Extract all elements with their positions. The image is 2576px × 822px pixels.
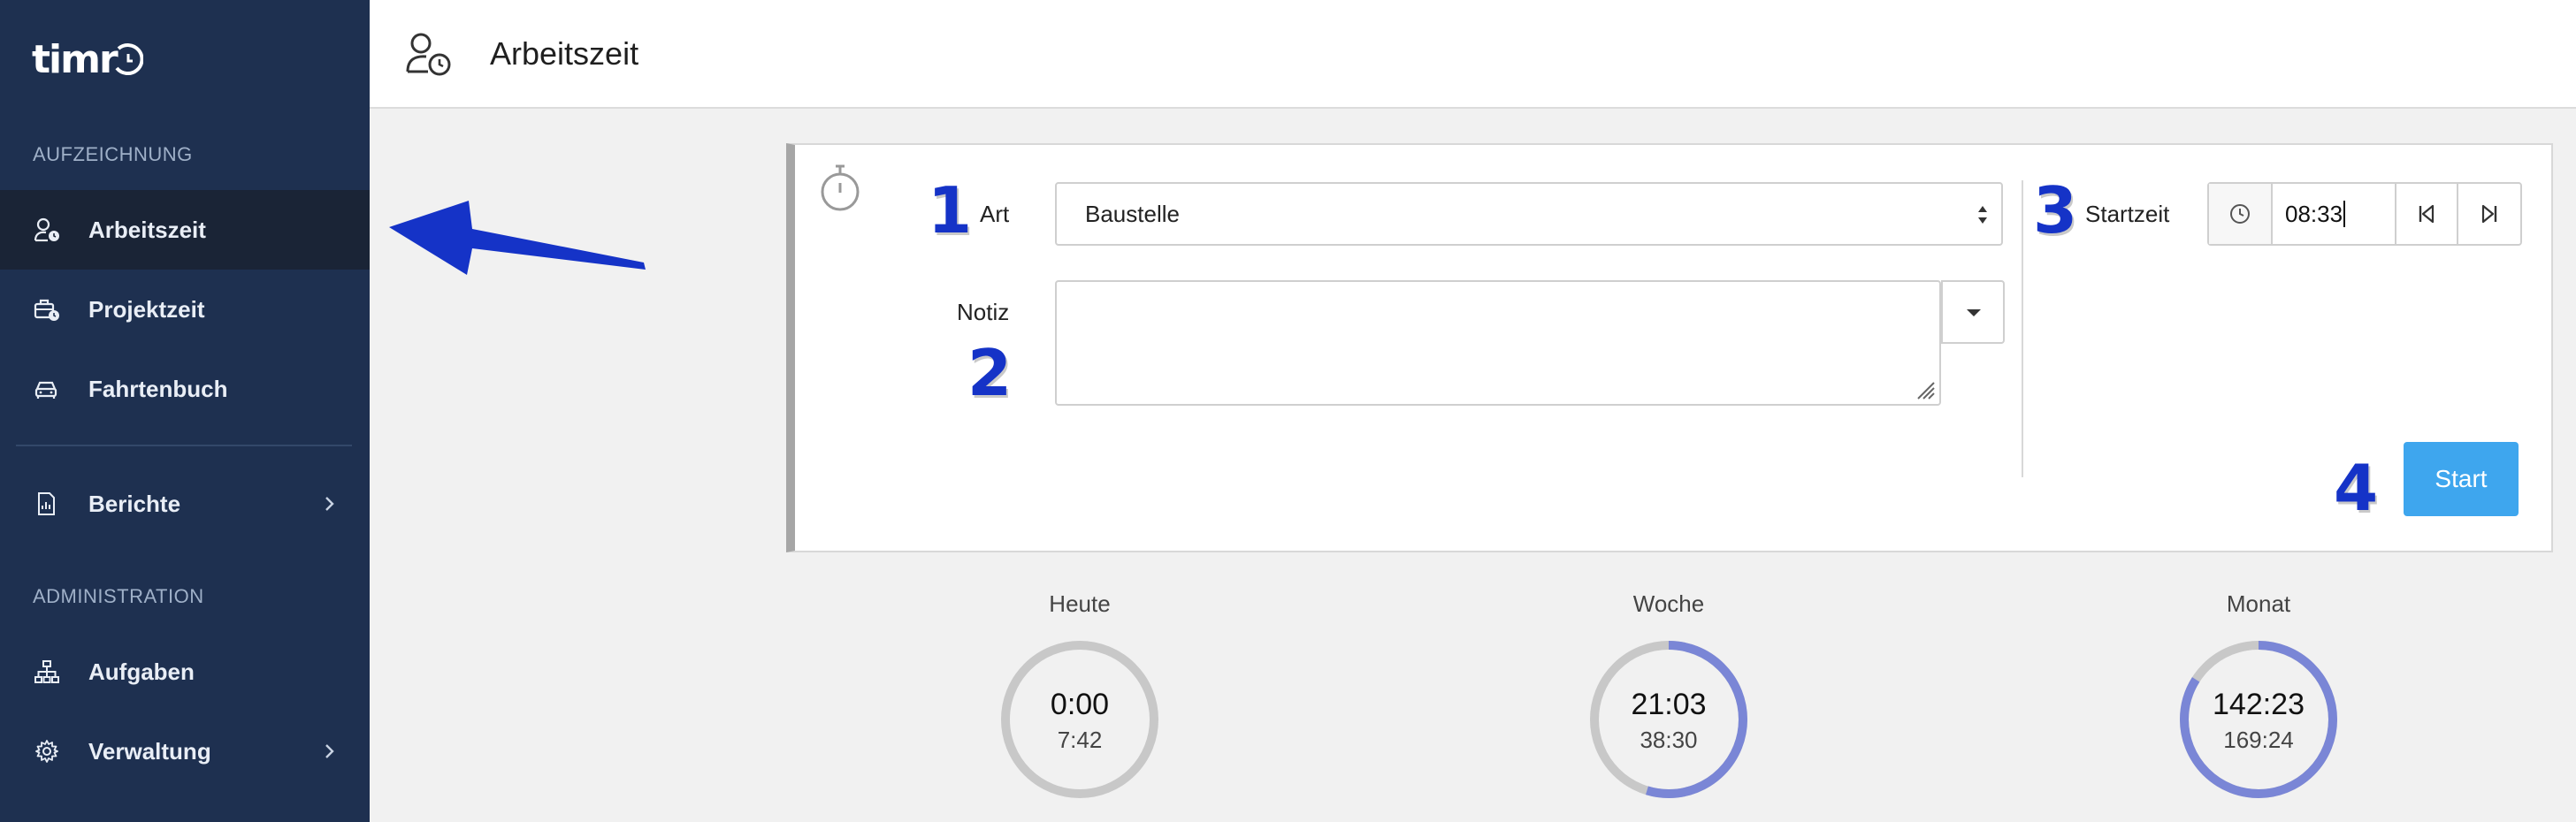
skip-back-icon [2419, 204, 2435, 224]
stat-value: 0:00 [1050, 688, 1110, 721]
vertical-divider [2022, 180, 2023, 477]
stat-label: Woche [1632, 590, 1705, 617]
sidebar-item-label: Verwaltung [88, 737, 211, 765]
startzeit-value: 08:33 [2285, 200, 2343, 227]
step-marker-4: 4 [2334, 451, 2379, 525]
timer-card: 1 Art Baustelle Notiz 2 3 Startzeit 08:3… [786, 143, 2553, 552]
progress-ring: 142:23 169:24 [2177, 638, 2340, 801]
report-icon [38, 492, 55, 515]
startzeit-label: Startzeit [2085, 201, 2170, 227]
progress-ring: 0:00 7:42 [998, 638, 1161, 801]
startzeit-group: 08:33 [2207, 182, 2522, 246]
top-bar: Arbeitszeit [370, 0, 2576, 109]
next-time-button[interactable] [2458, 184, 2520, 244]
page-title: Arbeitszeit [490, 35, 639, 72]
stat-target: 169:24 [2223, 727, 2294, 753]
sidebar-item-label: Projektzeit [88, 295, 205, 323]
clock-addon[interactable] [2209, 184, 2273, 244]
notiz-dropdown-button[interactable] [1941, 280, 2005, 344]
resize-grip-icon[interactable] [1913, 377, 1936, 400]
previous-time-button[interactable] [2396, 184, 2458, 244]
hierarchy-icon [34, 660, 59, 683]
sidebar-item-verwaltung[interactable]: Verwaltung [0, 712, 370, 791]
sidebar-divider [16, 445, 352, 446]
sidebar-item-berichte[interactable]: Berichte [0, 464, 370, 544]
sidebar-item-label: Arbeitszeit [88, 216, 206, 243]
stat-value: 142:23 [2213, 688, 2305, 721]
stat-woche: Woche 21:03 38:30 [1554, 590, 1784, 801]
sidebar-item-label: Aufgaben [88, 658, 195, 685]
skip-forward-icon [2481, 204, 2497, 224]
gear-icon [35, 740, 58, 763]
stat-heute: Heute 0:00 7:42 [965, 590, 1195, 801]
step-marker-3: 3 [2033, 173, 2078, 247]
user-clock-icon [34, 217, 59, 242]
stat-label: Heute [1049, 590, 1111, 617]
stat-target: 38:30 [1640, 727, 1698, 753]
logo-text: timr [32, 36, 118, 82]
art-label: Art [980, 201, 1010, 227]
sidebar-item-projektzeit[interactable]: Projektzeit [0, 270, 370, 349]
step-marker-2: 2 [967, 336, 1013, 410]
user-clock-icon [406, 33, 451, 76]
section-label-administration: ADMINISTRATION [33, 585, 204, 607]
start-button[interactable]: Start [2404, 442, 2519, 516]
timr-logo[interactable]: timr [32, 34, 143, 85]
car-icon [34, 381, 57, 399]
sidebar-item-arbeitszeit[interactable]: Arbeitszeit [0, 190, 370, 270]
stat-value: 21:03 [1631, 688, 1707, 721]
stat-target: 7:42 [1057, 727, 1103, 753]
sidebar-item-label: Fahrtenbuch [88, 375, 228, 402]
logo-clock-icon [115, 43, 143, 76]
art-select[interactable]: Baustelle [1055, 182, 2003, 246]
progress-ring: 21:03 38:30 [1587, 638, 1750, 801]
sidebar: timr AUFZEICHNUNG Arbeitszeit Projektzei… [0, 0, 370, 822]
select-arrows-icon [1978, 206, 1987, 224]
caret-down-icon [1967, 309, 1981, 316]
art-select-value: Baustelle [1085, 200, 1180, 227]
section-label-recording: AUFZEICHNUNG [33, 143, 193, 165]
stopwatch-icon [821, 164, 860, 211]
clock-icon [2230, 204, 2250, 224]
annotation-arrow-icon [389, 201, 646, 275]
notiz-label: Notiz [957, 299, 1010, 325]
briefcase-clock-icon [34, 299, 59, 321]
step-marker-1: 1 [928, 173, 973, 247]
chevron-right-icon [325, 497, 334, 511]
sidebar-item-label: Berichte [88, 490, 181, 517]
text-cursor [2343, 201, 2346, 227]
sidebar-item-aufgaben[interactable]: Aufgaben [0, 632, 370, 712]
startzeit-input[interactable]: 08:33 [2273, 184, 2396, 244]
stat-monat: Monat 142:23 169:24 [2144, 590, 2373, 801]
sidebar-item-fahrtenbuch[interactable]: Fahrtenbuch [0, 349, 370, 429]
stat-label: Monat [2226, 590, 2291, 617]
notiz-textarea[interactable] [1055, 280, 1941, 406]
chevron-right-icon [325, 744, 334, 758]
